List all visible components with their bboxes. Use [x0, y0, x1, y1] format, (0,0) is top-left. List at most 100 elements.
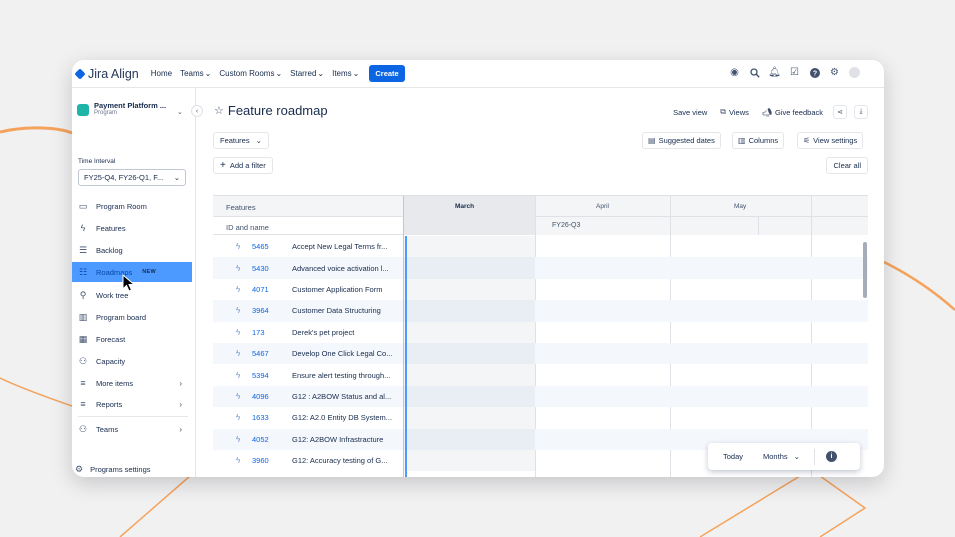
view-settings-button[interactable]: ⚟ View settings	[797, 132, 864, 149]
nav-starred-label: Starred	[290, 69, 317, 78]
add-filter-button[interactable]: + Add a filter	[213, 157, 273, 174]
teams-icon: ⚇	[78, 423, 88, 434]
help-icon[interactable]: ?	[809, 67, 820, 78]
search-icon[interactable]	[749, 67, 760, 78]
share-icon: ⋖	[837, 109, 843, 116]
sidebar-item-capacity[interactable]: ⚇ Capacity	[72, 351, 192, 371]
avatar[interactable]	[849, 67, 860, 78]
jira-align-logo[interactable]: Jira Align	[74, 67, 139, 81]
checklist-icon[interactable]: ☑	[789, 67, 800, 78]
sidebar-item-label: More items	[96, 378, 134, 388]
chevron-right-icon: ›	[179, 399, 182, 409]
new-badge: NEW	[142, 269, 157, 275]
quarter-label: FY26-Q3	[552, 222, 581, 229]
quarter-band	[535, 217, 868, 235]
programs-settings[interactable]: ⚙ Programs settings	[72, 461, 196, 477]
program-selector[interactable]: Payment Platform ... Program	[77, 101, 166, 116]
settings-icon[interactable]: ⚙	[829, 67, 840, 78]
sidebar-item-label: Program board	[96, 312, 147, 322]
current-month-band-sub	[404, 217, 535, 235]
save-view-button[interactable]: Save view	[670, 106, 710, 119]
collapse-sidebar-button[interactable]: ‹	[191, 105, 203, 117]
nav-teams[interactable]: Teams ⌄	[180, 69, 211, 78]
add-filter-label: Add a filter	[229, 161, 266, 170]
table-row[interactable]: ϟ 4071 Customer Application Form	[213, 278, 868, 301]
feature-id-link[interactable]: 5394	[252, 371, 269, 380]
lightning-icon: ϟ	[236, 391, 241, 401]
suggested-dates-button[interactable]: ▤ Suggested dates	[642, 132, 721, 149]
table-row[interactable]: ϟ 173 Derek's pet project	[213, 321, 868, 343]
toolbar: Save view ⧉ Views 📣︎ Give feedback ⋖ ⤓	[670, 105, 868, 119]
svg-text:?: ?	[812, 70, 816, 77]
features-column-header: Features	[226, 203, 256, 212]
sidebar-item-program-board[interactable]: ▥ Program board	[72, 307, 192, 327]
feature-id-link[interactable]: 3964	[252, 306, 269, 315]
notification-icon[interactable]: 🔔︎	[768, 67, 781, 78]
table-row[interactable]: ϟ 1633 G12: A2.0 Entity DB System...	[213, 407, 868, 429]
sidebar-item-more-items[interactable]: ≡ More items ›	[72, 373, 192, 393]
sidebar-item-label: Teams	[96, 424, 119, 434]
vertical-scrollbar[interactable]	[863, 242, 867, 298]
time-interval-select[interactable]: FY25-Q4, FY26-Q1, F... ⌄	[78, 169, 186, 186]
features-dropdown[interactable]: Features ⌄	[213, 132, 269, 149]
feature-id-link[interactable]: 3960	[252, 456, 269, 465]
feature-id-link[interactable]: 5467	[252, 349, 269, 358]
feature-id-link[interactable]: 4052	[252, 435, 269, 444]
feature-id-link[interactable]: 173	[252, 328, 265, 337]
table-row[interactable]: ϟ 5394 Ensure alert testing through...	[213, 364, 868, 386]
lightning-icon: ϟ	[236, 349, 241, 359]
columns-button[interactable]: ▥ Columns	[732, 132, 785, 149]
chevron-down-icon: ⌄	[173, 173, 180, 182]
month-april: April	[596, 203, 610, 210]
feature-name: G12 : A2BOW Status and al...	[292, 391, 392, 401]
sidebar-item-forecast[interactable]: ▦ Forecast	[72, 329, 192, 349]
list-icon: ≡	[80, 378, 86, 388]
nav-items[interactable]: Items ⌄	[332, 69, 359, 78]
chevron-down-icon[interactable]: ⌄	[177, 108, 183, 116]
table-row[interactable]: ϟ 5430 Advanced voice activation l...	[213, 257, 868, 279]
sidebar-item-label: Features	[96, 223, 126, 233]
today-button[interactable]: Today	[723, 452, 743, 461]
sidebar-item-teams[interactable]: ⚇ Teams ›	[72, 419, 192, 439]
sidebar-item-reports[interactable]: ≡ Reports ›	[72, 394, 192, 414]
feature-name: Ensure alert testing through...	[292, 370, 391, 380]
feature-id-link[interactable]: 1633	[252, 413, 269, 422]
board-icon: ▥	[78, 311, 88, 322]
create-button[interactable]: Create	[369, 65, 405, 82]
sidebar-item-features[interactable]: ϟ Features	[72, 218, 192, 238]
nav-home[interactable]: Home	[151, 69, 172, 78]
feature-id-link[interactable]: 5430	[252, 264, 269, 273]
feature-id-link[interactable]: 4096	[252, 392, 269, 401]
export-button[interactable]: ⤓	[854, 105, 868, 119]
page-title-text: Feature roadmap	[227, 103, 328, 118]
feature-id-link[interactable]: 4071	[252, 285, 269, 294]
sidebar-item-label: Capacity	[96, 356, 126, 366]
table-row[interactable]: ϟ 5465 Accept New Legal Terms fr...	[213, 236, 868, 258]
feature-id-link[interactable]: 5465	[252, 242, 269, 251]
views-button[interactable]: ⧉ Views	[717, 105, 752, 119]
feature-name: Develop One Click Legal Co...	[292, 349, 393, 359]
info-icon[interactable]: i	[825, 451, 837, 462]
feature-name: Customer Application Form	[292, 284, 383, 294]
table-row[interactable]: ϟ 3964 Customer Data Structuring	[213, 300, 868, 322]
table-row[interactable]: ϟ 5467 Develop One Click Legal Co...	[213, 343, 868, 365]
share-button[interactable]: ⋖	[833, 105, 847, 119]
id-name-column-header[interactable]: ID and name	[226, 223, 269, 232]
clear-all-button[interactable]: Clear all	[826, 157, 868, 174]
feature-name: G12: Accuracy testing of G...	[292, 456, 388, 466]
nav-starred[interactable]: Starred ⌄	[290, 69, 324, 78]
time-scale-dropdown[interactable]: Months ⌄	[763, 452, 800, 461]
sidebar-item-label: Forecast	[96, 334, 126, 344]
nav-teams-label: Teams	[180, 69, 204, 78]
lightning-icon: ϟ	[236, 306, 241, 316]
profile-icon[interactable]: ◉	[729, 67, 740, 78]
sidebar-item-label: Backlog	[96, 245, 123, 255]
star-icon[interactable]: ☆	[214, 104, 224, 117]
lightning-icon: ϟ	[236, 327, 241, 337]
table-row[interactable]: ϟ 4096 G12 : A2BOW Status and al...	[213, 385, 868, 408]
sidebar-item-program-room[interactable]: ▭ Program Room	[72, 196, 192, 216]
nav-custom-rooms[interactable]: Custom Rooms ⌄	[219, 69, 282, 78]
give-feedback-button[interactable]: 📣︎ Give feedback	[759, 106, 826, 119]
give-feedback-label: Give feedback	[775, 107, 823, 117]
sidebar-item-backlog[interactable]: ☰ Backlog	[72, 240, 192, 260]
